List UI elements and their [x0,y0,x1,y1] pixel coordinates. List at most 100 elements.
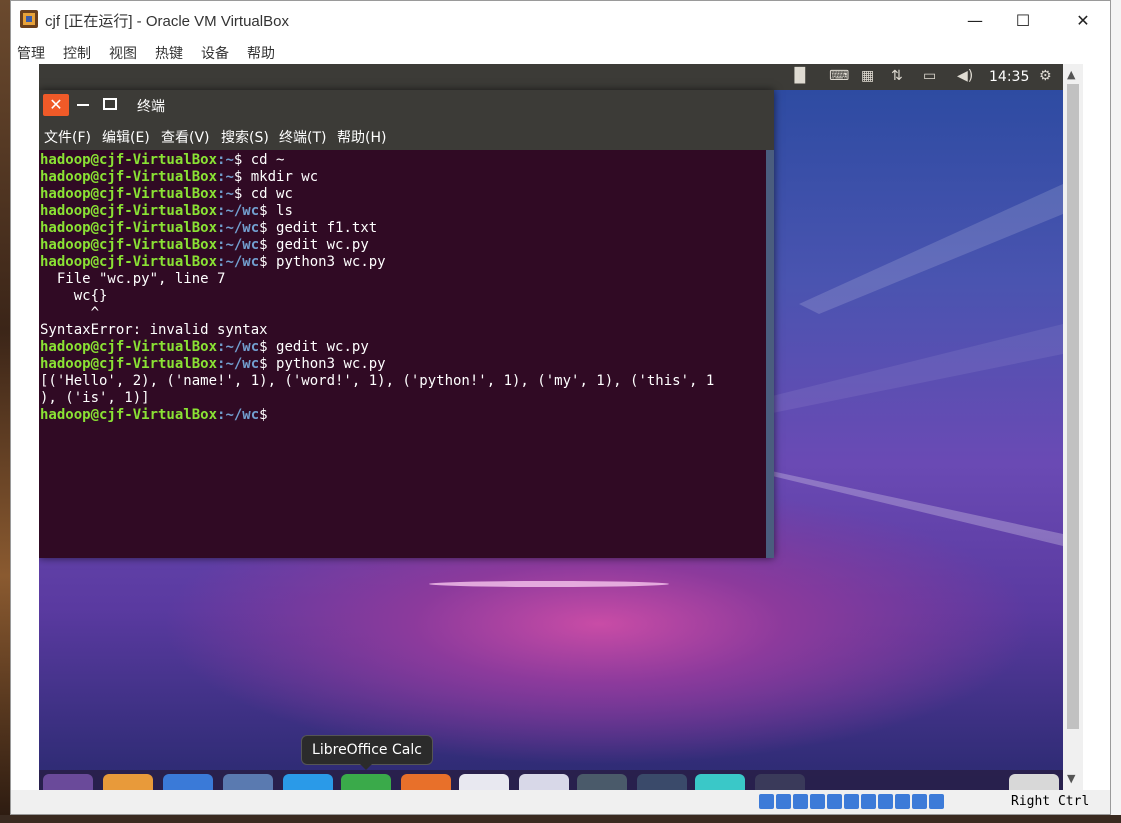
network-icon[interactable]: ⇅ [891,68,903,84]
host-background-window [1111,0,1121,823]
vm-scrollbar[interactable]: ▲ ▼ [1063,64,1083,790]
prompt-user: hadoop@cjf-VirtualBox [40,169,218,185]
terminal-menu-edit[interactable]: 编辑(E) [102,127,150,147]
network-status-icon[interactable] [810,794,825,809]
prompt-path: :~/wc [217,356,260,372]
terminal-line: File "wc.py", line 7 [40,271,226,287]
close-icon: ✕ [49,95,63,114]
menu-bar: 管理 控制 视图 热键 设备 帮助 [11,39,1110,63]
terminal-minimize-button[interactable] [77,104,89,106]
menu-help[interactable]: 帮助 [247,43,275,63]
settings-icon[interactable] [223,774,273,790]
scroll-thumb[interactable] [1067,84,1079,729]
terminal-menu-view[interactable]: 查看(V) [161,127,210,147]
clock[interactable]: 14:35 [989,69,1029,85]
prompt-path: :~/wc [217,237,260,253]
terminal-line: ), ('is', 1)] [40,390,150,406]
workspace-icon[interactable] [637,774,687,790]
terminal-dock-icon[interactable] [577,774,627,790]
terminal-line: hadoop@cjf-VirtualBox:~/wc$ python3 wc.p… [40,356,766,373]
terminal-line: SyntaxError: invalid syntax [40,322,268,338]
maximize-button[interactable]: ☐ [1000,5,1046,35]
terminal-line: [('Hello', 2), ('name!', 1), ('word!', 1… [40,373,715,389]
impress-icon[interactable] [401,774,451,790]
minimize-button[interactable]: — [952,5,998,35]
hdd-icon[interactable] [759,794,774,809]
terminal-scrollbar[interactable] [766,150,774,558]
terminal-menu-help[interactable]: 帮助(H) [337,127,386,147]
command-text: $ python3 wc.py [259,254,386,270]
display-icon[interactable] [861,794,876,809]
prompt-path: :~/wc [217,254,260,270]
menu-hotkey[interactable]: 热键 [155,43,183,63]
mouse-integration-icon[interactable] [912,794,927,809]
prompt-user: hadoop@cjf-VirtualBox [40,356,218,372]
gear-icon[interactable]: ⚙ [1039,68,1052,84]
prompt-user: hadoop@cjf-VirtualBox [40,220,218,236]
terminal-line: hadoop@cjf-VirtualBox:~/wc$ ls [40,203,766,220]
calc-icon[interactable] [341,774,391,790]
scroll-up-icon[interactable]: ▲ [1067,68,1075,81]
scroll-down-icon[interactable]: ▼ [1067,772,1075,785]
help-icon[interactable] [519,774,569,790]
video-capture-icon[interactable] [878,794,893,809]
prompt-user: hadoop@cjf-VirtualBox [40,339,218,355]
volume-icon[interactable]: ◀) [957,68,973,84]
command-text: $ mkdir wc [233,169,319,185]
dvd-icon[interactable] [755,774,805,790]
terminal-line: hadoop@cjf-VirtualBox:~/wc$ gedit f1.txt [40,220,766,237]
menu-control[interactable]: 控制 [63,43,91,63]
keyboard-icon[interactable]: ⌨ [829,68,849,84]
software-center-icon[interactable] [459,774,509,790]
terminal-title: 终端 [137,99,165,115]
menu-view[interactable]: 视图 [109,43,137,63]
terminal-menu-search[interactable]: 搜索(S) [221,127,269,147]
close-button[interactable]: ✕ [1060,5,1106,35]
vm-status-bar: Right Ctrl [11,790,1110,814]
terminal-line: hadoop@cjf-VirtualBox:~$ cd wc [40,186,766,203]
terminal-line: hadoop@cjf-VirtualBox:~$ cd ~ [40,152,766,169]
command-text: $ ls [259,203,293,219]
firefox-icon[interactable] [163,774,213,790]
guest-screen[interactable]: ▐▌ ⌨ ▦ ⇅ ▭ ◀) 14:35 ⚙ ✕ 终端 文件(F) 编辑(E) 查… [39,64,1063,790]
indicator-icon[interactable]: ▐▌ [789,68,811,84]
terminal-menu-terminal[interactable]: 终端(T) [279,127,326,147]
writer-icon[interactable] [283,774,333,790]
prompt-user: hadoop@cjf-VirtualBox [40,203,218,219]
host-taskbar-edge [0,815,1121,823]
prompt-path: :~/wc [217,203,260,219]
command-text: $ gedit wc.py [259,237,369,253]
battery-icon[interactable]: ▭ [923,68,936,84]
cpu-icon[interactable] [895,794,910,809]
maximize-icon: ☐ [1015,10,1031,30]
usb-icon[interactable] [827,794,842,809]
menu-devices[interactable]: 设备 [201,43,229,63]
host-key-label: Right Ctrl [1011,794,1090,809]
optical-icon[interactable] [776,794,791,809]
virtualbox-window: cjf [正在运行] - Oracle VM VirtualBox — ☐ ✕ … [10,0,1111,815]
keyboard-capture-icon[interactable] [929,794,944,809]
shared-folder-icon[interactable] [844,794,859,809]
terminal-maximize-button[interactable] [103,98,117,110]
terminal-output[interactable]: hadoop@cjf-VirtualBox:~$ cd ~ hadoop@cjf-… [39,150,766,558]
command-text: $ gedit f1.txt [259,220,378,236]
prompt-path: :~ [217,186,234,202]
calendar-icon[interactable]: ▦ [861,68,874,84]
dock-tooltip: LibreOffice Calc [301,735,433,770]
ubuntu-top-panel: ▐▌ ⌨ ▦ ⇅ ▭ ◀) 14:35 ⚙ [39,64,1063,90]
menu-manage[interactable]: 管理 [17,43,45,63]
command-text: $ python3 wc.py [259,356,386,372]
command-text: $ gedit wc.py [259,339,369,355]
dash-icon[interactable] [43,774,93,790]
files-icon[interactable] [103,774,153,790]
prompt-path: :~/wc [217,407,260,423]
install-icon[interactable] [695,774,745,790]
host-desktop-strip [0,0,10,823]
terminal-line: hadoop@cjf-VirtualBox:~/wc$ gedit wc.py [40,237,766,254]
title-bar: cjf [正在运行] - Oracle VM VirtualBox — ☐ ✕ [11,1,1110,39]
terminal-close-button[interactable]: ✕ [43,94,69,116]
terminal-menu-file[interactable]: 文件(F) [44,127,91,147]
audio-icon[interactable] [793,794,808,809]
terminal-menu-bar: 文件(F) 编辑(E) 查看(V) 搜索(S) 终端(T) 帮助(H) [39,120,774,150]
trash-icon[interactable] [1009,774,1059,790]
